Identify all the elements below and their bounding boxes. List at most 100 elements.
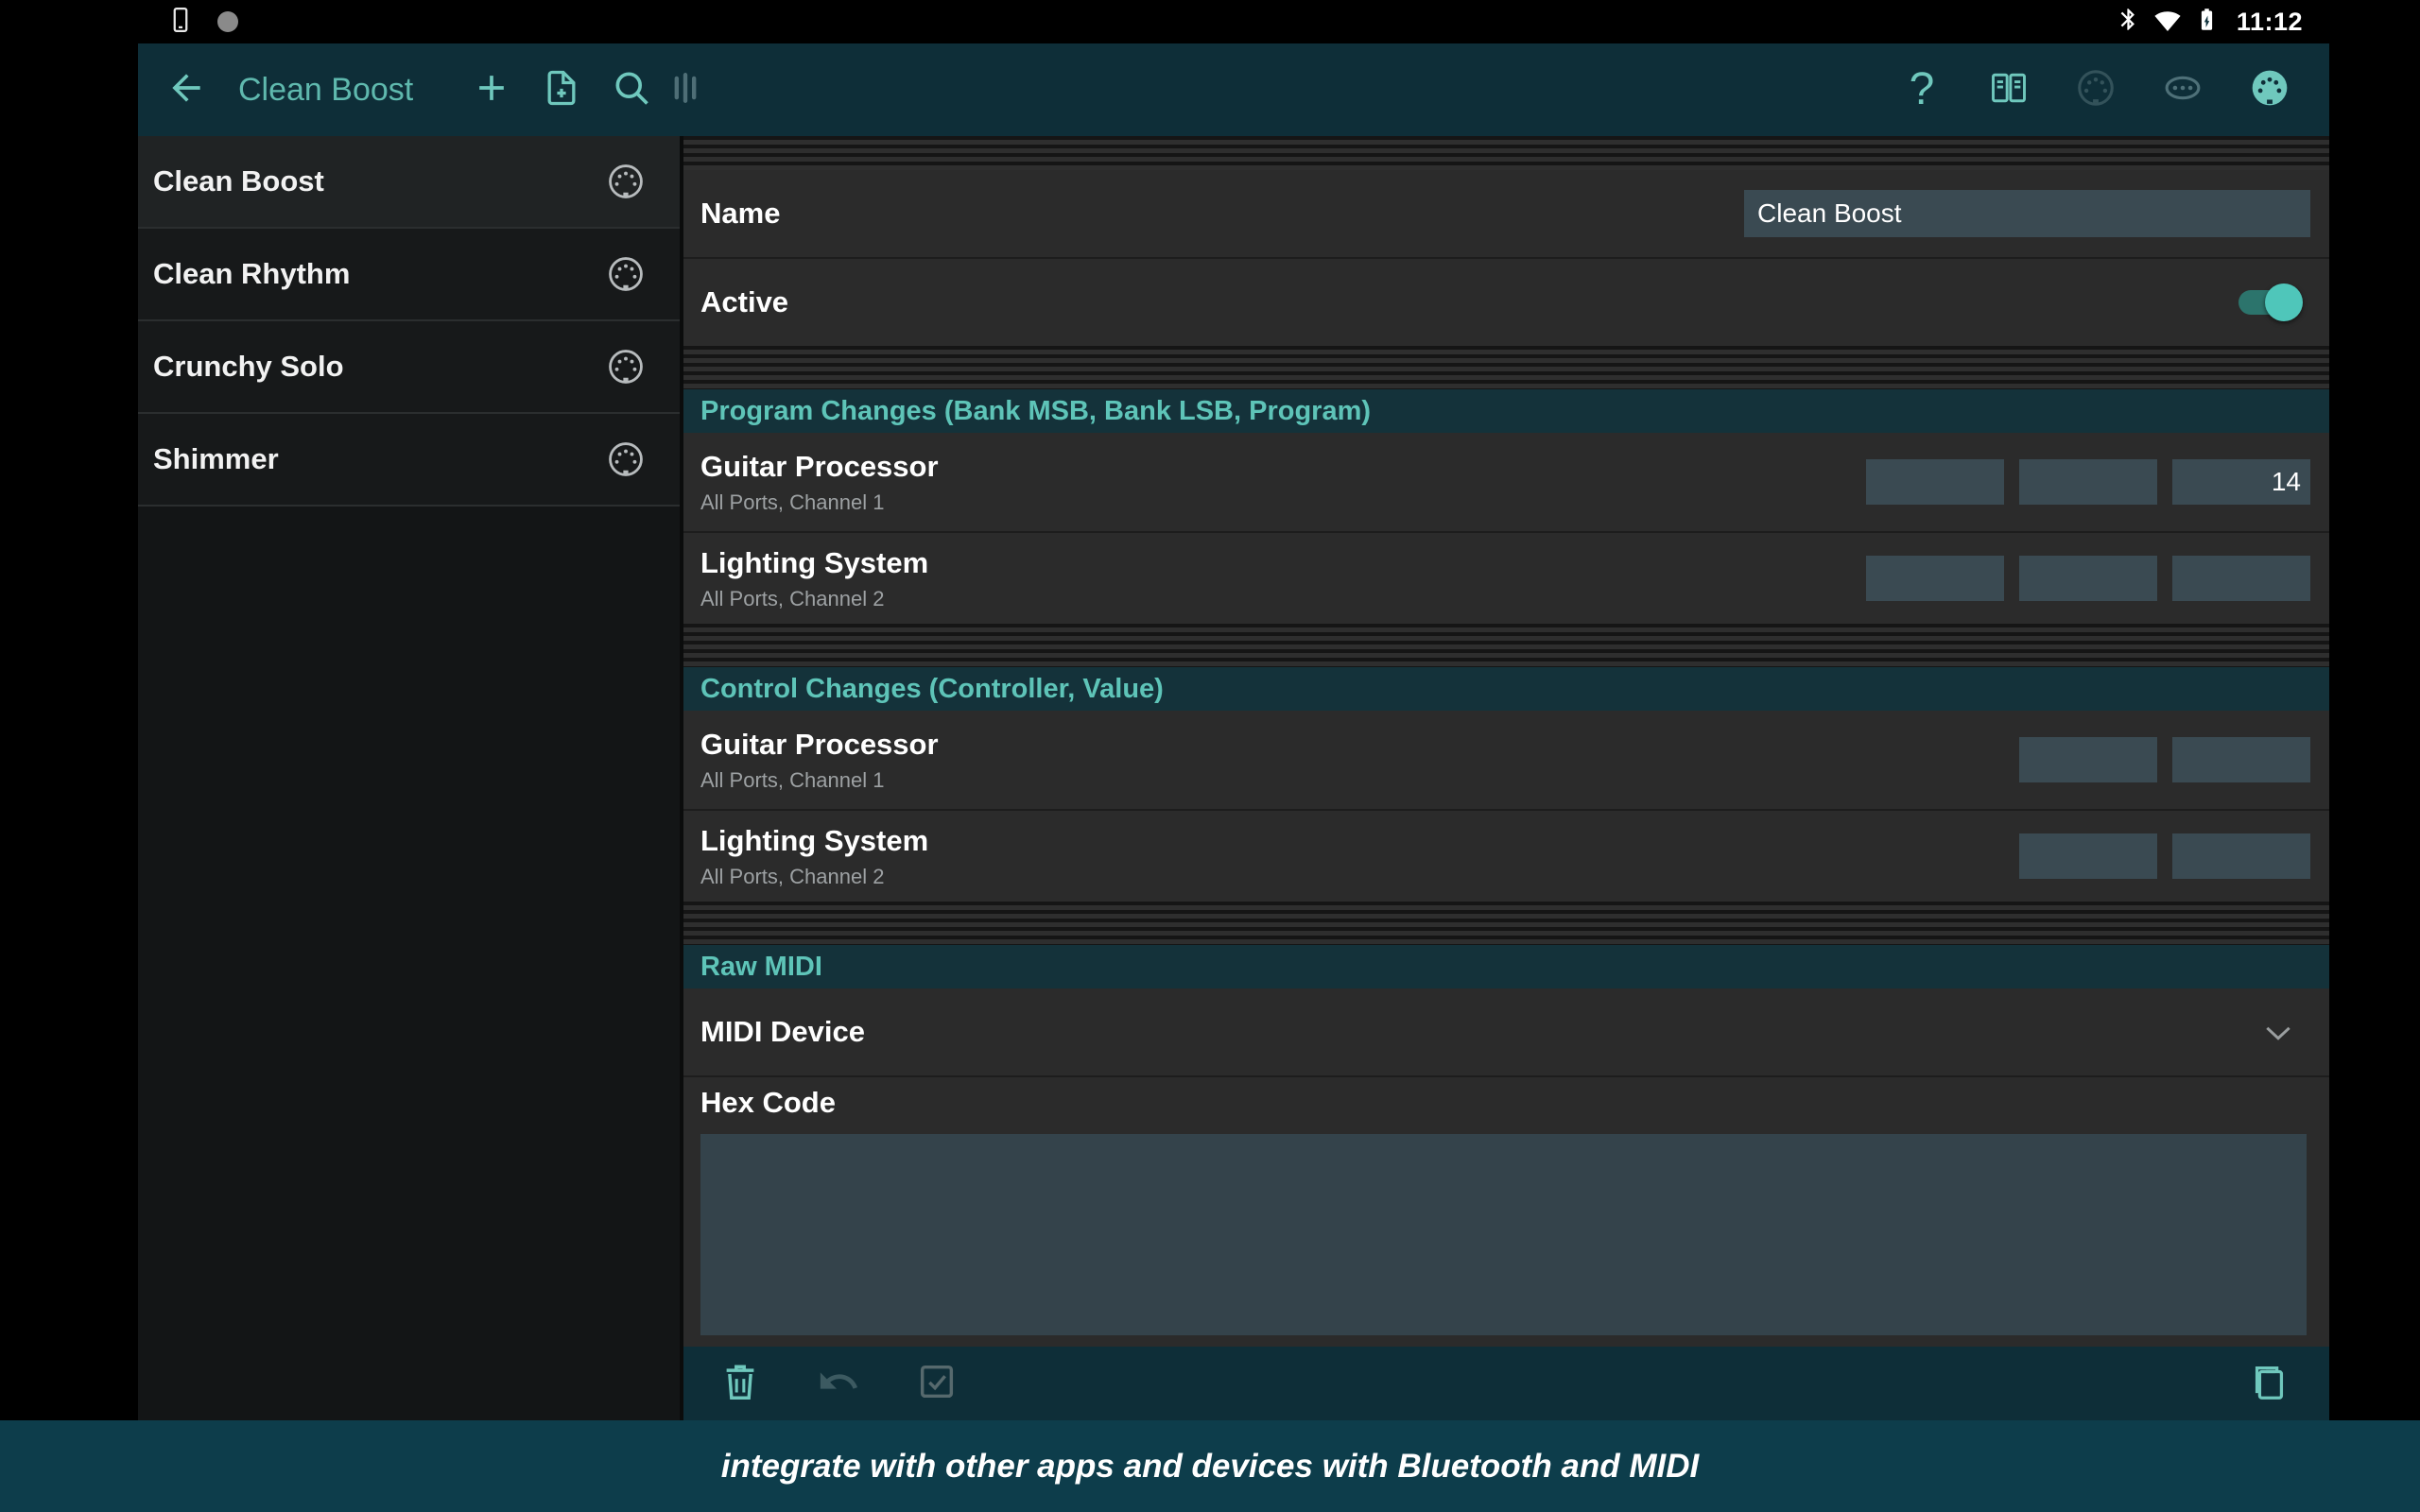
program-change-row-guitar-processor[interactable]: Guitar Processor All Ports, Channel 1 — [683, 433, 2329, 531]
status-left-icons — [166, 6, 238, 39]
preset-detail-panel: Name Active Program Changes (Bank MSB, B… — [683, 136, 2329, 1420]
screen: 11:12 Clean Boost — [0, 0, 2420, 1512]
device-name: Lighting System — [700, 824, 928, 858]
status-right-icons: 11:12 — [2116, 5, 2303, 40]
toggle-thumb — [2265, 284, 2303, 321]
select-checkbox-icon — [915, 1360, 959, 1408]
pane-drag-handle[interactable] — [662, 66, 709, 113]
manual-button[interactable] — [1985, 66, 2032, 113]
status-bar: 11:12 — [0, 0, 2420, 43]
preset-label: Shimmer — [153, 442, 279, 476]
search-button[interactable] — [608, 66, 655, 113]
midi-monitor-icon — [2162, 67, 2204, 113]
midi-device-row[interactable]: MIDI Device — [683, 988, 2329, 1075]
delete-button[interactable] — [717, 1361, 763, 1406]
toolbar-right-group: ? — [1898, 66, 2329, 113]
control-change-row-guitar-processor[interactable]: Guitar Processor All Ports, Channel 1 — [683, 711, 2329, 809]
program-number-input[interactable] — [2172, 459, 2310, 505]
notification-dot-icon — [217, 11, 238, 32]
section-divider — [683, 346, 2329, 389]
undo-icon — [817, 1360, 860, 1408]
program-number-input[interactable] — [2172, 556, 2310, 601]
manual-pages-icon — [1988, 67, 2030, 113]
display-cutout-letterbox-right — [2329, 43, 2420, 1420]
back-button[interactable] — [163, 66, 210, 113]
bank-lsb-input[interactable] — [2019, 556, 2157, 601]
controller-input[interactable] — [2019, 833, 2157, 879]
control-changes-header: Control Changes (Controller, Value) — [683, 667, 2329, 711]
wifi-icon — [2152, 5, 2183, 40]
promo-banner-text: integrate with other apps and devices wi… — [721, 1448, 1700, 1486]
back-arrow-icon — [165, 67, 207, 113]
multi-select-button[interactable] — [914, 1361, 959, 1406]
paste-button[interactable] — [2246, 1361, 2291, 1406]
new-file-button[interactable] — [538, 66, 585, 113]
midi-connector-icon — [606, 254, 646, 294]
hex-code-label-row: Hex Code — [683, 1081, 2329, 1125]
app-window: Clean Boost — [138, 43, 2329, 1420]
display-cutout-letterbox-left — [0, 43, 138, 1420]
page-title: Clean Boost — [238, 72, 413, 109]
bluetooth-icon — [2116, 7, 2141, 37]
clock: 11:12 — [2237, 8, 2303, 37]
midi-connector-icon — [606, 347, 646, 387]
program-change-row-lighting-system[interactable]: Lighting System All Ports, Channel 2 — [683, 533, 2329, 624]
device-name: Guitar Processor — [700, 450, 939, 484]
preset-label: Clean Rhythm — [153, 257, 350, 291]
midi-connector-icon — [606, 439, 646, 479]
sidebar-item-crunchy-solo[interactable]: Crunchy Solo — [138, 321, 680, 414]
midi-connector-icon — [2075, 67, 2117, 113]
paste-icon — [2247, 1360, 2290, 1408]
device-ports: All Ports, Channel 1 — [700, 768, 939, 793]
preset-name-input[interactable] — [1744, 190, 2310, 237]
hex-code-input[interactable] — [700, 1134, 2307, 1335]
row-divider — [683, 1075, 2329, 1077]
midi-connect-button[interactable] — [2072, 66, 2119, 113]
hex-code-label: Hex Code — [700, 1086, 836, 1120]
name-row: Name — [683, 170, 2329, 257]
section-divider — [683, 624, 2329, 667]
chevron-down-icon — [2259, 1013, 2297, 1051]
active-label: Active — [700, 285, 788, 319]
add-icon — [471, 67, 512, 113]
preset-label: Crunchy Solo — [153, 350, 344, 384]
program-changes-header: Program Changes (Bank MSB, Bank LSB, Pro… — [683, 389, 2329, 433]
add-preset-button[interactable] — [468, 66, 515, 113]
search-icon — [611, 67, 652, 113]
control-change-row-lighting-system[interactable]: Lighting System All Ports, Channel 2 — [683, 811, 2329, 902]
device-name: Lighting System — [700, 546, 928, 580]
bank-lsb-input[interactable] — [2019, 459, 2157, 505]
midi-settings-button[interactable] — [2246, 66, 2293, 113]
device-ports: All Ports, Channel 2 — [700, 865, 928, 889]
sidebar-item-clean-boost[interactable]: Clean Boost — [138, 136, 680, 229]
device-name: Guitar Processor — [700, 728, 939, 762]
bank-msb-input[interactable] — [1866, 459, 2004, 505]
midi-monitor-button[interactable] — [2159, 66, 2206, 113]
controller-input[interactable] — [2019, 737, 2157, 782]
midi-device-label: MIDI Device — [700, 1015, 865, 1049]
undo-button[interactable] — [816, 1361, 861, 1406]
help-button[interactable]: ? — [1898, 66, 1945, 113]
device-icon — [166, 6, 195, 39]
device-ports: All Ports, Channel 1 — [700, 490, 939, 515]
bank-msb-input[interactable] — [1866, 556, 2004, 601]
trash-icon — [718, 1360, 762, 1408]
sidebar-item-clean-rhythm[interactable]: Clean Rhythm — [138, 229, 680, 321]
midi-connector-icon — [606, 162, 646, 201]
value-input[interactable] — [2172, 833, 2310, 879]
sidebar-item-shimmer[interactable]: Shimmer — [138, 414, 680, 507]
value-input[interactable] — [2172, 737, 2310, 782]
section-divider — [683, 136, 2329, 170]
new-file-icon — [541, 67, 582, 113]
drag-handle-icon — [665, 67, 706, 113]
promo-banner[interactable]: integrate with other apps and devices wi… — [0, 1420, 2420, 1512]
preset-sidebar: Clean Boost Clean Rhythm Crunchy Solo — [138, 136, 683, 1420]
preset-label: Clean Boost — [153, 164, 324, 198]
app-toolbar: Clean Boost — [138, 43, 2329, 136]
help-icon: ? — [1910, 67, 1935, 112]
device-ports: All Ports, Channel 2 — [700, 587, 928, 611]
name-label: Name — [700, 197, 780, 231]
section-divider — [683, 902, 2329, 945]
bottom-action-bar — [683, 1347, 2329, 1420]
active-toggle[interactable] — [2238, 284, 2297, 321]
